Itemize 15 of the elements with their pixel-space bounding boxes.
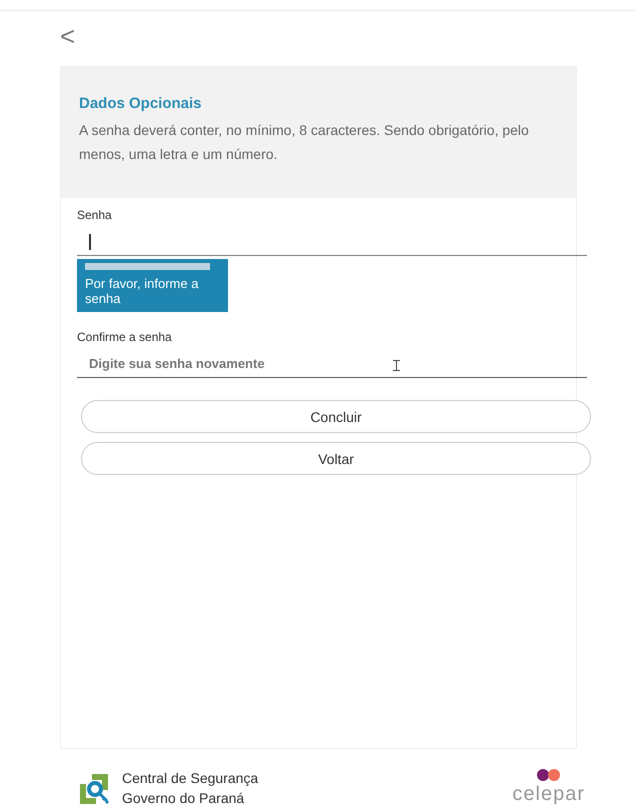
text-cursor-icon <box>393 360 400 371</box>
field-label: Confirme a senha <box>77 330 173 344</box>
dots-logo-icon <box>534 769 563 781</box>
text-cursor <box>89 234 91 250</box>
partner-logo-text: celepar <box>512 783 585 806</box>
tooltip-text: Por favor, informe a senha <box>85 276 198 306</box>
password-field[interactable]: Digite sua senha novamente <box>77 350 587 378</box>
brand-text: Central de Segurança <box>122 770 258 786</box>
section-title: Dados Opcionais <box>79 95 203 112</box>
password-rules-text: A senha deverá conter, no mínimo, 8 caracteres. Sendo obrigatório, pelo menos, uma letra e um número. <box>79 121 530 164</box>
field-label: Senha <box>77 208 113 222</box>
action-button[interactable]: Voltar <box>81 442 591 475</box>
brand-text: Governo do Paraná <box>122 790 246 806</box>
action-button[interactable]: Concluir <box>81 400 591 433</box>
back-button[interactable]: < <box>56 25 80 47</box>
